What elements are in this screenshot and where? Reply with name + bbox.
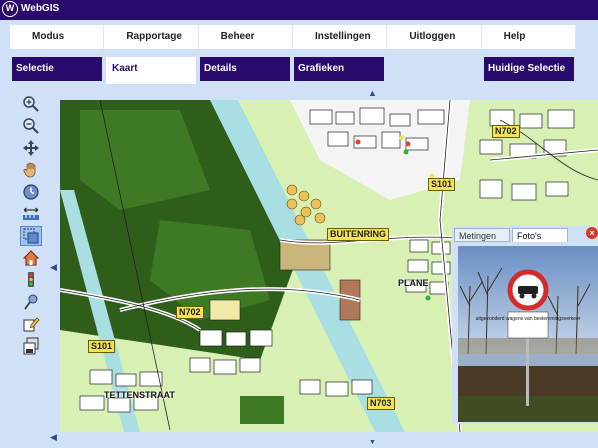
close-icon[interactable]: × <box>586 227 598 239</box>
menu-item-uitloggen[interactable]: Uitloggen <box>387 25 482 49</box>
tab-selectie[interactable]: Selectie <box>12 57 102 81</box>
horizontal-scrollbar[interactable] <box>60 432 598 440</box>
road-label-buitenring: BUITENRING <box>327 228 389 241</box>
road-label-n702-west: N702 <box>176 306 204 319</box>
road-label-s101-east: S101 <box>428 178 456 191</box>
corner-left-arrow[interactable]: ◀ <box>50 432 57 443</box>
street-photo: uitgezonderd wagens van bestemmingsverke… <box>458 246 598 422</box>
zoom-in-icon[interactable] <box>20 94 42 114</box>
measure-icon[interactable] <box>20 204 42 224</box>
menu-item-instellingen[interactable]: Instellingen <box>293 25 388 49</box>
pan-up-arrow[interactable]: ▲ <box>368 88 377 98</box>
pan-move-icon[interactable] <box>20 138 42 158</box>
save-icon[interactable] <box>20 336 42 356</box>
tab-details[interactable]: Details <box>200 57 290 81</box>
select-box-icon[interactable] <box>20 226 42 246</box>
tab-bar: Selectie Kaart Details Grafieken Huidige… <box>0 54 598 84</box>
tab-huidige-selectie[interactable]: Huidige Selectie <box>484 57 574 81</box>
sign-text: uitgezonderd wagens van bestemmingsverke… <box>476 316 581 322</box>
tab-kaart[interactable]: Kaart <box>106 57 196 84</box>
title-bar: W WebGIS <box>0 0 598 20</box>
place-label-plane: PLANE <box>398 278 429 288</box>
menu-item-modus[interactable]: Modus <box>10 25 105 49</box>
traffic-light-icon[interactable] <box>20 270 42 290</box>
tab-fotos[interactable]: Foto's <box>512 228 568 242</box>
app-logo-icon: W <box>2 1 18 17</box>
zoom-out-icon[interactable] <box>20 116 42 136</box>
home-icon[interactable] <box>20 248 42 268</box>
photo-panel: Metingen Foto's × uitgezonderd wagens va… <box>452 226 598 424</box>
toolbar <box>0 84 48 448</box>
pin-icon[interactable] <box>20 292 42 312</box>
app-title: WebGIS <box>21 3 60 14</box>
road-label-n702-north: N702 <box>492 125 520 138</box>
main-menu: Modus Rapportage Beheer Instellingen Uit… <box>0 20 598 54</box>
tab-grafieken[interactable]: Grafieken <box>294 57 384 81</box>
edit-icon[interactable] <box>20 314 42 334</box>
road-label-n703: N703 <box>367 397 395 410</box>
hand-icon[interactable] <box>20 160 42 180</box>
road-label-s101-west: S101 <box>88 340 116 353</box>
place-label-tettenstraat: TETTENSTRAAT <box>104 390 175 400</box>
menu-item-help[interactable]: Help <box>482 25 576 49</box>
tab-metingen[interactable]: Metingen <box>454 228 510 242</box>
menu-item-rapportage[interactable]: Rapportage <box>104 25 199 49</box>
history-icon[interactable] <box>20 182 42 202</box>
pan-left-arrow[interactable]: ◀ <box>50 262 57 273</box>
menu-item-beheer[interactable]: Beheer <box>199 25 293 49</box>
